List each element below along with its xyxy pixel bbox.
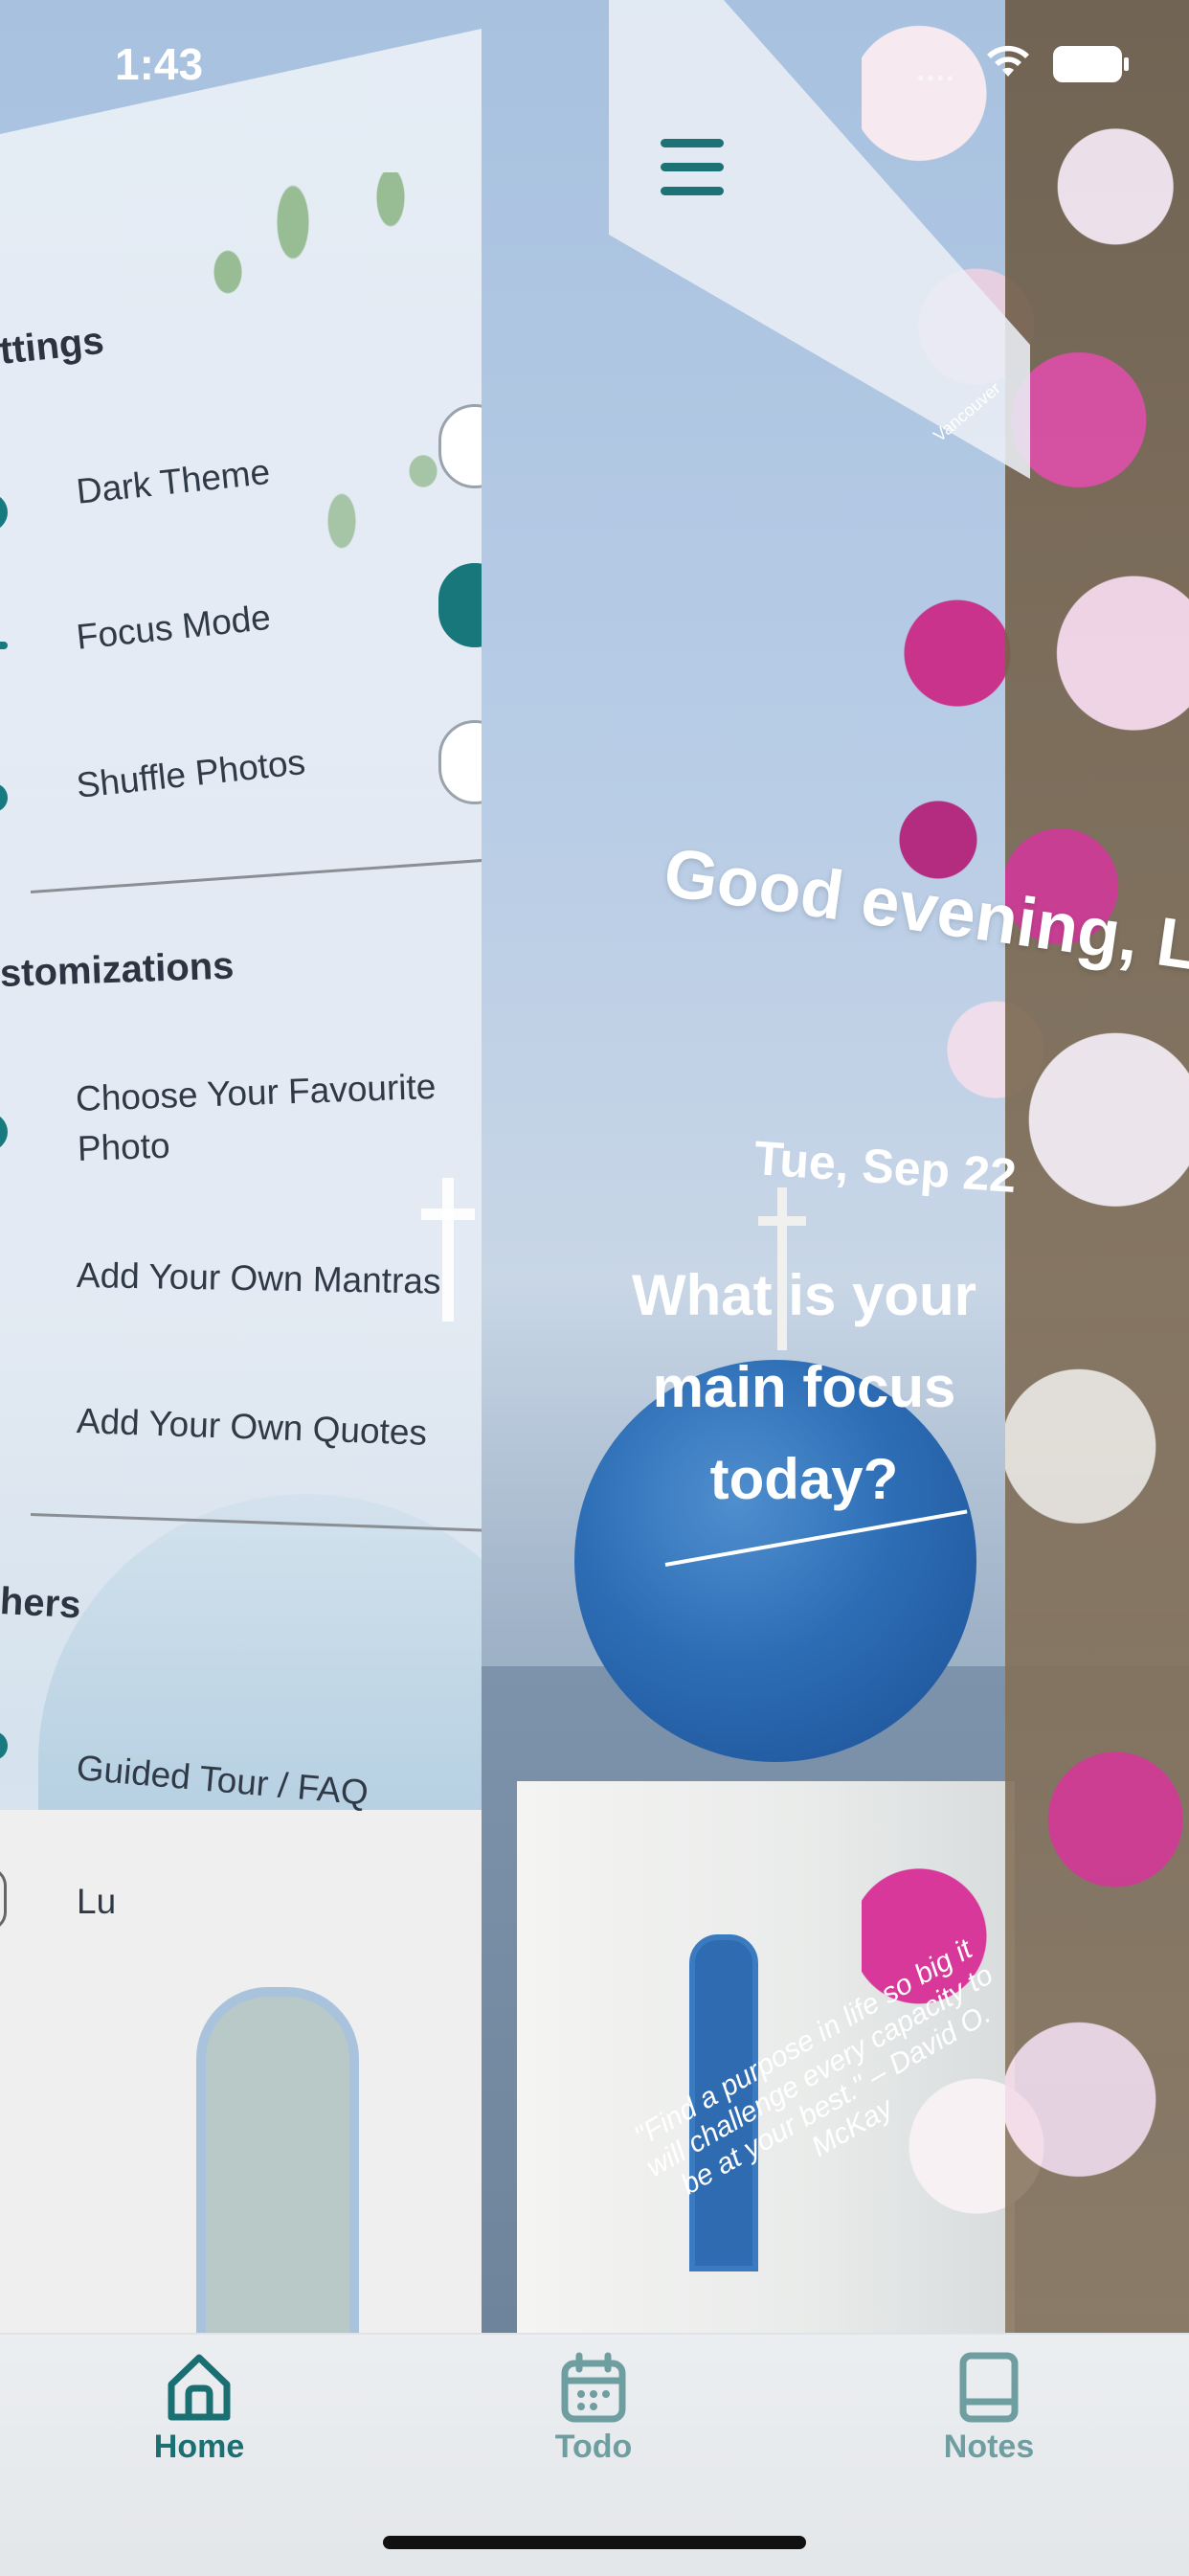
add-mantras-item[interactable]: Add Your Own Mantras xyxy=(77,1251,441,1307)
calendar-icon xyxy=(561,2352,626,2423)
home-indicator xyxy=(383,2536,806,2549)
focus-question: What is your main focus today? xyxy=(631,1263,977,1511)
others-section-title: hers xyxy=(0,1580,82,1627)
notebook-icon xyxy=(959,2352,1019,2423)
guided-tour-icon xyxy=(0,1731,8,1760)
tab-todo-label: Todo xyxy=(554,2429,633,2465)
drawer-photo-cross-bar xyxy=(421,1209,475,1220)
vine-decoration xyxy=(163,172,482,670)
status-time: 1:43 xyxy=(115,39,204,89)
church-cross-bar xyxy=(758,1216,806,1226)
favourite-photo-icon xyxy=(0,1113,8,1151)
tab-notes[interactable]: Notes xyxy=(874,2346,1104,2471)
drawer-photo-cross xyxy=(442,1178,454,1322)
dark-theme-icon xyxy=(0,493,8,531)
home-icon xyxy=(168,2354,231,2421)
focus-mode-icon xyxy=(0,642,8,649)
shuffle-photos-toggle[interactable] xyxy=(438,720,482,804)
tab-home-label: Home xyxy=(153,2429,245,2465)
menu-icon[interactable] xyxy=(661,139,724,196)
drawer-photo-window xyxy=(196,1987,359,2333)
settings-divider xyxy=(30,858,482,893)
tab-todo[interactable]: Todo xyxy=(479,2346,708,2471)
add-quotes-item[interactable]: Add Your Own Quotes xyxy=(76,1396,428,1458)
tab-notes-label: Notes xyxy=(943,2429,1035,2465)
user-account-item[interactable]: Lu xyxy=(77,1877,116,1927)
side-drawer: ttings Dark Theme Focus Mode Shuffle Pho… xyxy=(0,29,482,2333)
shuffle-photos-label: Shuffle Photos xyxy=(74,742,307,805)
tab-home[interactable]: Home xyxy=(84,2346,314,2471)
choose-favourite-photo-item[interactable]: Choose Your Favourite Photo xyxy=(75,1061,460,1174)
settings-section-title: ttings xyxy=(0,319,106,373)
signal-icon: ●●●● xyxy=(917,71,956,84)
wifi-icon xyxy=(987,45,1029,77)
bougainvillea-branch xyxy=(1005,0,1189,2333)
battery-icon xyxy=(1053,46,1129,82)
customizations-section-title: stomizations xyxy=(0,944,236,995)
shuffle-photos-icon xyxy=(0,783,8,812)
